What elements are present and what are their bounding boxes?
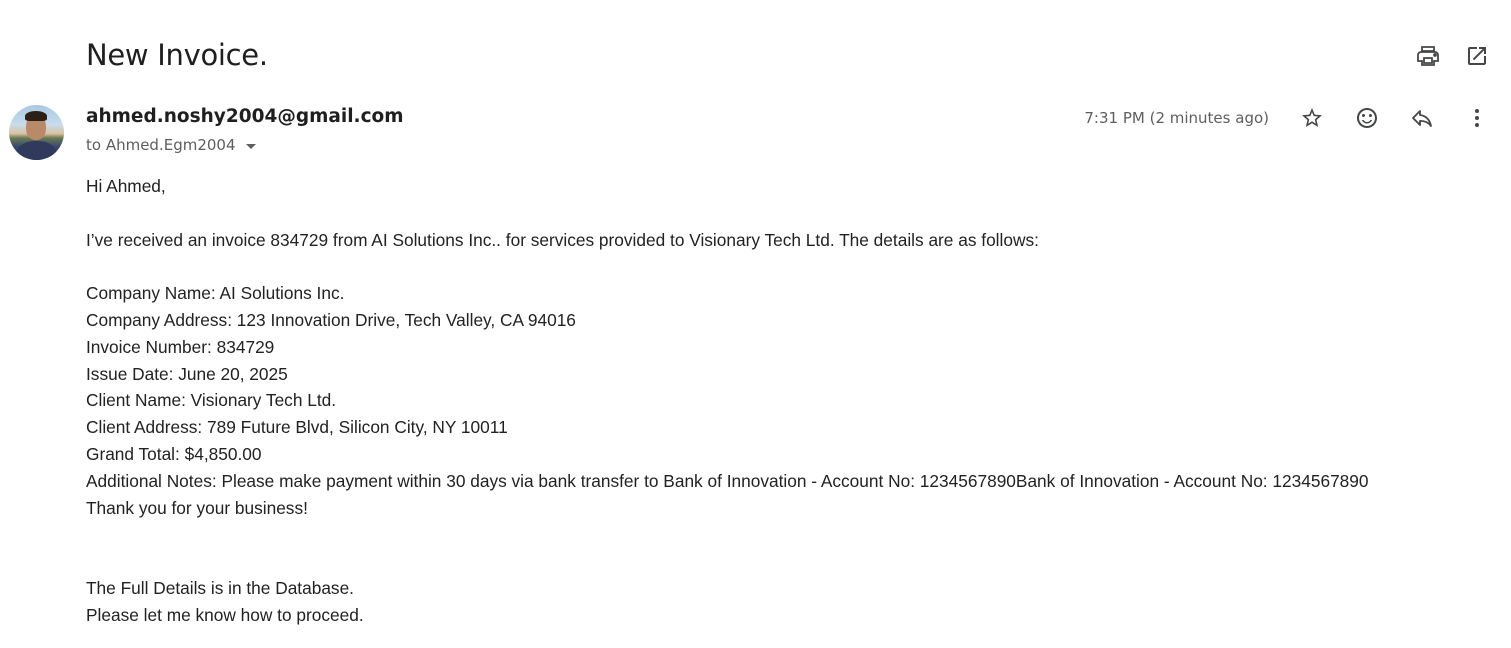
sender-email[interactable]: ahmed.noshy2004@gmail.com [86, 106, 404, 127]
show-details-chevron-down-icon[interactable] [245, 143, 256, 149]
emoji-reaction-icon[interactable] [1355, 106, 1379, 130]
detail-company-name: Company Name: AI Solutions Inc. [86, 283, 345, 304]
detail-issue-date: Issue Date: June 20, 2025 [86, 363, 288, 384]
thread-actions [1416, 44, 1489, 68]
print-icon[interactable] [1416, 44, 1440, 68]
detail-additional-notes: Additional Notes: Please make payment wi… [86, 470, 1369, 491]
greeting: Hi Ahmed, [86, 176, 166, 196]
open-in-new-window-icon[interactable] [1465, 44, 1489, 68]
more-vert-icon[interactable] [1465, 106, 1489, 130]
detail-client-name: Client Name: Visionary Tech Ltd. [86, 390, 337, 411]
message-actions [1300, 106, 1489, 130]
recipient-label: to Ahmed.Egm2004 [86, 136, 236, 154]
detail-invoice-number: Invoice Number: 834729 [86, 336, 275, 357]
star-icon[interactable] [1300, 106, 1324, 130]
reply-icon[interactable] [1410, 106, 1434, 130]
detail-client-address: Client Address: 789 Future Blvd, Silicon… [86, 417, 508, 438]
email-body: Hi Ahmed, I’ve received an invoice 83472… [86, 173, 1369, 629]
email-timestamp: 7:31 PM (2 minutes ago) [1084, 109, 1269, 127]
sender-avatar[interactable] [9, 105, 64, 160]
recipient-line: to Ahmed.Egm2004 [86, 136, 256, 154]
closing-line-2: Please let me know how to proceed. [86, 605, 364, 626]
detail-grand-total: Grand Total: $4,850.00 [86, 443, 262, 464]
detail-company-address: Company Address: 123 Innovation Drive, T… [86, 309, 576, 330]
intro-text: I’ve received an invoice 834729 from AI … [86, 229, 1039, 250]
email-subject: New Invoice. [86, 38, 268, 72]
closing-line-1: The Full Details is in the Database. [86, 578, 354, 599]
thank-you-line: Thank you for your business! [86, 497, 308, 518]
